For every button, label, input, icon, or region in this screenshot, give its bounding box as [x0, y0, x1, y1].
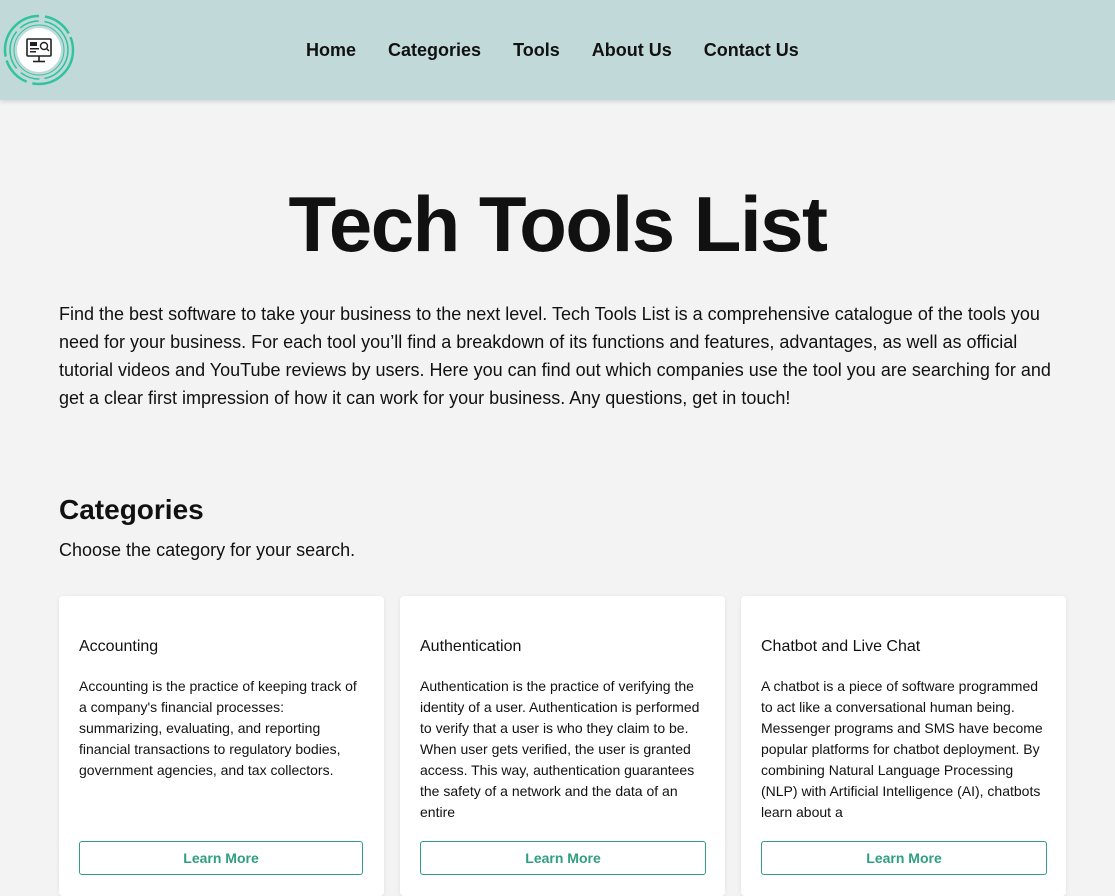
page-title: Tech Tools List — [288, 180, 828, 268]
nav-categories-link[interactable]: Categories — [388, 38, 481, 62]
card-description: Authentication is the practice of verify… — [420, 678, 700, 820]
nav-tools-link[interactable]: Tools — [513, 38, 560, 62]
main-nav: Home Categories Tools About Us Contact U… — [306, 38, 831, 62]
learn-more-button[interactable]: Learn More — [420, 841, 706, 875]
logo-icon[interactable] — [3, 14, 75, 86]
category-card-accounting: Accounting Accounting is the practice of… — [59, 596, 384, 896]
learn-more-button[interactable]: Learn More — [79, 841, 363, 875]
category-cards: Accounting Accounting is the practice of… — [59, 596, 1066, 896]
nav-contact-link[interactable]: Contact Us — [704, 38, 799, 62]
card-description: A chatbot is a piece of software program… — [761, 678, 1043, 820]
nav-about-link[interactable]: About Us — [592, 38, 672, 62]
nav-home-link[interactable]: Home — [306, 38, 356, 62]
category-card-authentication: Authentication Authentication is the pra… — [400, 596, 725, 896]
navbar: Home Categories Tools About Us Contact U… — [0, 0, 1115, 100]
category-card-chatbot: Chatbot and Live Chat A chatbot is a pie… — [741, 596, 1066, 896]
intro-paragraph: Find the best software to take your busi… — [59, 304, 1051, 408]
categories-heading: Categories — [59, 494, 204, 525]
categories-subtitle: Choose the category for your search. — [59, 540, 356, 560]
card-title: Accounting — [79, 638, 159, 655]
card-title: Chatbot and Live Chat — [761, 638, 921, 655]
learn-more-button[interactable]: Learn More — [761, 841, 1047, 875]
card-title: Authentication — [420, 638, 522, 655]
card-description: Accounting is the practice of keeping tr… — [79, 678, 357, 778]
